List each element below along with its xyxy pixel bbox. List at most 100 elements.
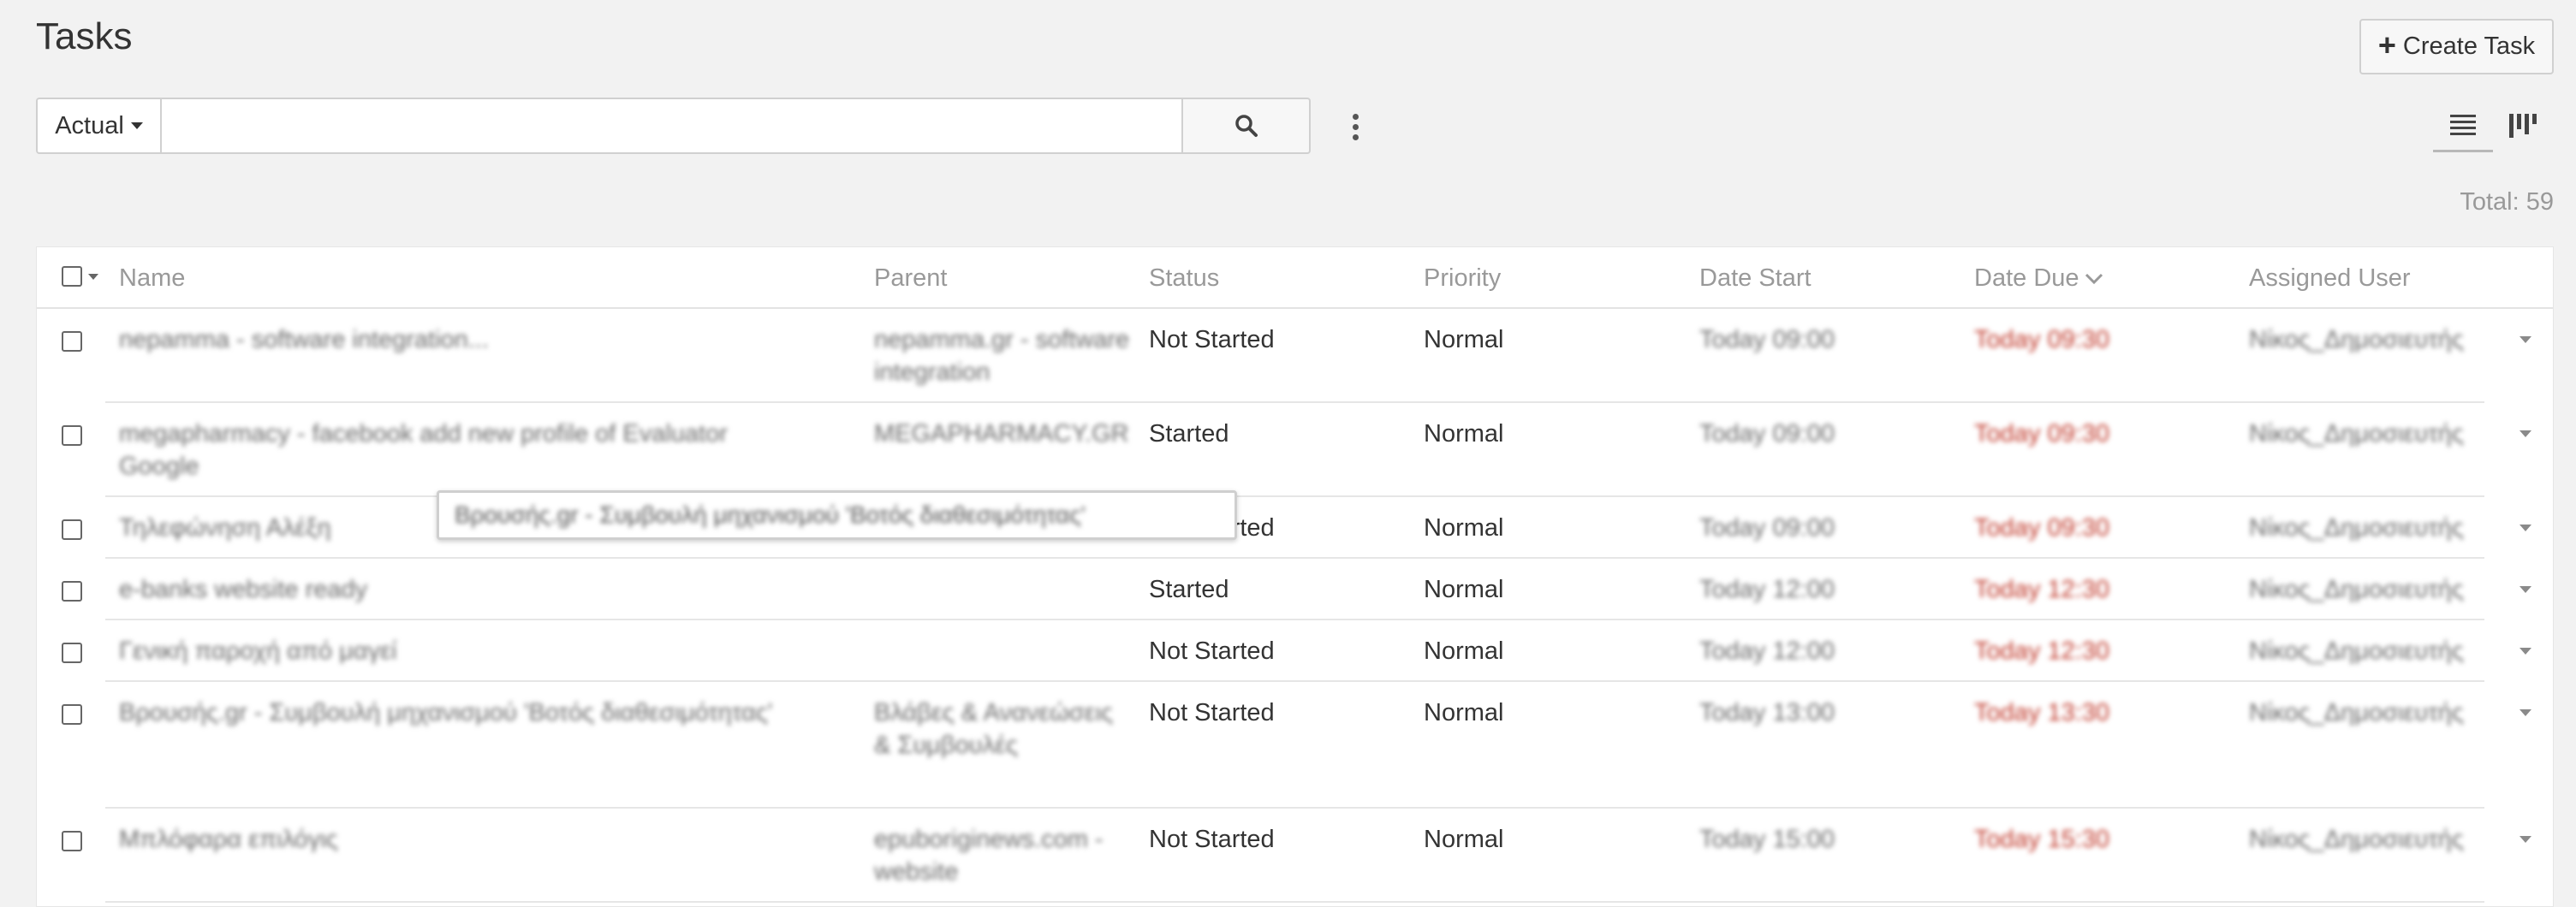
task-date-due: Today 09:30 xyxy=(1974,326,2110,353)
task-assigned-user[interactable]: Νίκος_Δημοσιευτής xyxy=(2249,699,2464,727)
row-checkbox[interactable] xyxy=(62,519,82,540)
task-date-start: Today 12:00 xyxy=(1699,576,1835,603)
task-name-link[interactable]: Γενική παροχή από μαγεί xyxy=(119,637,396,666)
task-name-link[interactable]: nepamma - software integration... xyxy=(119,326,489,354)
task-status: Not Started xyxy=(1149,637,1275,665)
row-actions-chevron-icon[interactable] xyxy=(2519,430,2531,437)
task-parent-link[interactable]: nepamma.gr - software xyxy=(874,326,1129,354)
search-bar: Actual xyxy=(36,98,1311,154)
task-assigned-user[interactable]: Νίκος_Δημοσιευτής xyxy=(2249,420,2464,448)
row-actions-chevron-icon[interactable] xyxy=(2519,709,2531,716)
task-name-link[interactable]: megapharmacy - facebook add new profile … xyxy=(119,420,728,448)
column-header-priority[interactable]: Priority xyxy=(1424,264,1501,293)
table-row[interactable]: Γενική παροχή από μαγεί Not Started Normal… xyxy=(37,620,2553,682)
tasks-table: Name Parent Status Priority Date Start D… xyxy=(36,246,2554,907)
kanban-view-button[interactable] xyxy=(2493,99,2553,152)
task-status: Not Started xyxy=(1149,826,1275,853)
task-date-due: Today 15:30 xyxy=(1974,826,2110,853)
row-checkbox[interactable] xyxy=(62,831,82,851)
task-parent-link[interactable]: epuboriginews.com - xyxy=(874,826,1104,854)
chevron-down-icon xyxy=(130,122,143,129)
task-priority: Normal xyxy=(1424,826,1504,853)
task-parent-link[interactable]: & Συμβουλές xyxy=(874,732,1018,760)
table-header: Name Parent Status Priority Date Start D… xyxy=(37,247,2553,309)
task-name-link[interactable]: e-banks website ready xyxy=(119,576,367,604)
task-date-due: Today 09:30 xyxy=(1974,514,2110,542)
task-date-start: Today 09:00 xyxy=(1699,420,1835,448)
column-header-assigned-user[interactable]: Assigned User xyxy=(2249,264,2411,293)
row-divider xyxy=(105,901,2484,903)
task-assigned-user[interactable]: Νίκος_Δημοσιευτής xyxy=(2249,514,2464,542)
page-title: Tasks xyxy=(36,15,133,57)
task-assigned-user[interactable]: Νίκος_Δημοσιευτής xyxy=(2249,576,2464,604)
row-checkbox[interactable] xyxy=(62,643,82,663)
filter-dropdown[interactable]: Actual xyxy=(36,98,160,154)
row-checkbox[interactable] xyxy=(62,425,82,446)
search-button[interactable] xyxy=(1183,98,1311,154)
task-name-link[interactable]: Μπλόφαρα επιλόγις xyxy=(119,826,338,854)
task-priority: Normal xyxy=(1424,576,1504,603)
create-task-label: Create Task xyxy=(2402,33,2536,60)
column-header-date-due[interactable]: Date Due xyxy=(1974,264,2103,293)
row-actions-chevron-icon[interactable] xyxy=(2519,336,2531,343)
row-actions-chevron-icon[interactable] xyxy=(2519,525,2531,531)
create-task-button[interactable]: + Create Task xyxy=(2359,19,2554,74)
search-icon xyxy=(1234,115,1258,137)
table-row[interactable]: Μπλόφαρα επιλόγις epuboriginews.com - webs… xyxy=(37,809,2553,903)
task-date-due: Today 09:30 xyxy=(1974,420,2110,448)
kebab-menu-icon[interactable] xyxy=(1342,110,1368,144)
task-parent-link[interactable]: website xyxy=(874,858,958,886)
task-date-start: Today 09:00 xyxy=(1699,514,1835,542)
table-row[interactable]: nepamma - software integration... nepamma… xyxy=(37,309,2553,403)
task-status: Not Started xyxy=(1149,699,1275,726)
kanban-view-icon xyxy=(2509,114,2537,138)
task-name-link[interactable]: Βρουσής.gr - Συμβουλή μηχανισμού 'Βοτός … xyxy=(119,699,772,727)
task-status: Started xyxy=(1149,576,1229,603)
task-date-due: Today 12:30 xyxy=(1974,637,2110,665)
search-input[interactable] xyxy=(160,98,1183,154)
task-status: Started xyxy=(1149,420,1229,448)
task-name-link[interactable]: Google xyxy=(119,453,199,481)
column-header-parent[interactable]: Parent xyxy=(874,264,947,293)
select-all-chevron-icon[interactable] xyxy=(88,274,98,280)
task-parent-link[interactable]: MEGAPHARMACY.GR xyxy=(874,420,1129,448)
total-count: Total: 59 xyxy=(2460,188,2554,216)
table-row[interactable]: e-banks website ready Started Normal Today … xyxy=(37,559,2553,620)
list-view-icon xyxy=(2450,114,2476,135)
task-priority: Normal xyxy=(1424,326,1504,353)
task-priority: Normal xyxy=(1424,637,1504,665)
plus-icon: + xyxy=(2377,27,2396,62)
task-date-start: Today 09:00 xyxy=(1699,326,1835,353)
list-view-button[interactable] xyxy=(2433,99,2493,152)
task-priority: Normal xyxy=(1424,514,1504,542)
task-assigned-user[interactable]: Νίκος_Δημοσιευτής xyxy=(2249,637,2464,666)
task-date-start: Today 12:00 xyxy=(1699,637,1835,665)
sort-descending-icon xyxy=(2085,273,2103,284)
task-date-due: Today 13:30 xyxy=(1974,699,2110,726)
task-priority: Normal xyxy=(1424,699,1504,726)
task-assigned-user[interactable]: Νίκος_Δημοσιευτής xyxy=(2249,826,2464,854)
task-status: Not Started xyxy=(1149,326,1275,353)
task-parent-link[interactable]: integration xyxy=(874,359,990,387)
task-priority: Normal xyxy=(1424,420,1504,448)
task-date-start: Today 15:00 xyxy=(1699,826,1835,853)
task-parent-link[interactable]: Βλάβες & Ανανεώσεις xyxy=(874,699,1113,727)
filter-label: Actual xyxy=(55,111,124,139)
task-assigned-user[interactable]: Νίκος_Δημοσιευτής xyxy=(2249,326,2464,354)
column-header-name[interactable]: Name xyxy=(119,264,185,293)
task-date-start: Today 13:00 xyxy=(1699,699,1835,726)
table-row[interactable]: Βρουσής.gr - Συμβουλή μηχανισμού 'Βοτός … xyxy=(37,682,2553,809)
column-header-status[interactable]: Status xyxy=(1149,264,1219,293)
row-checkbox[interactable] xyxy=(62,331,82,352)
table-row[interactable]: megapharmacy - facebook add new profile … xyxy=(37,403,2553,497)
row-actions-chevron-icon[interactable] xyxy=(2519,648,2531,655)
row-actions-chevron-icon[interactable] xyxy=(2519,836,2531,843)
task-date-due: Today 12:30 xyxy=(1974,576,2110,603)
row-checkbox[interactable] xyxy=(62,581,82,602)
table-row[interactable]: Τηλεφώνηση ΑλέξηNot StartedNormalToday 0… xyxy=(37,497,2553,559)
column-header-date-start[interactable]: Date Start xyxy=(1699,264,1812,293)
row-checkbox[interactable] xyxy=(62,704,82,725)
row-actions-chevron-icon[interactable] xyxy=(2519,586,2531,593)
select-all-checkbox[interactable] xyxy=(62,266,82,287)
task-name-link[interactable]: Τηλεφώνηση Αλέξη xyxy=(119,514,331,542)
